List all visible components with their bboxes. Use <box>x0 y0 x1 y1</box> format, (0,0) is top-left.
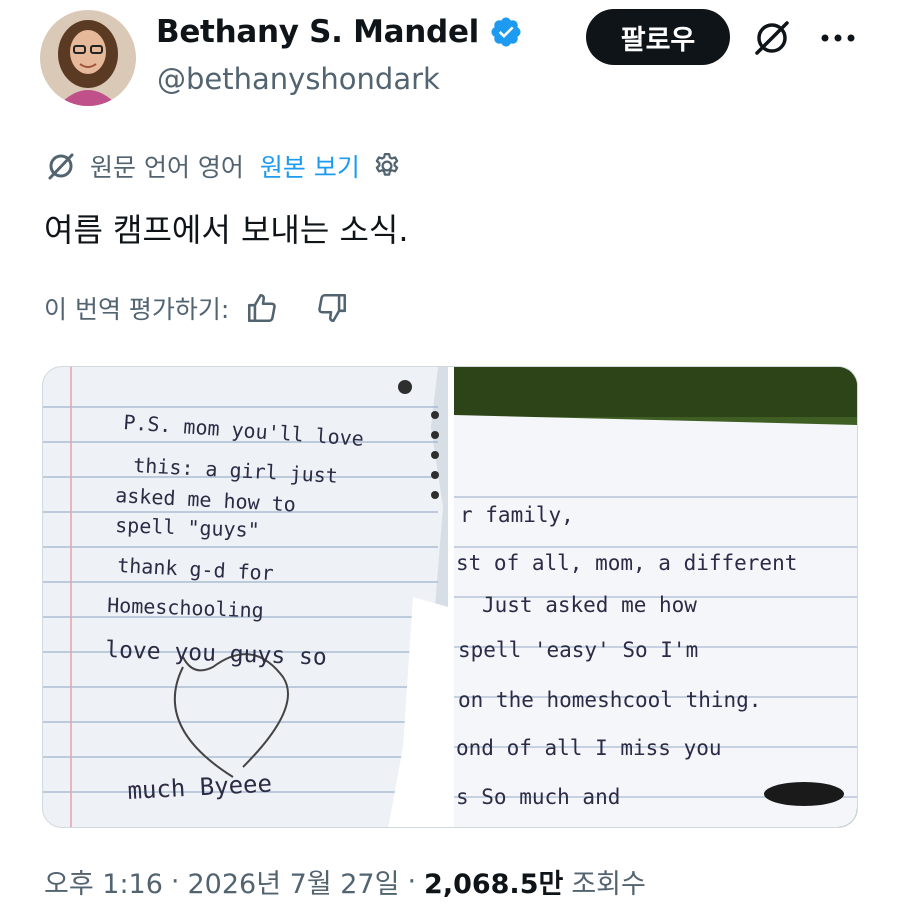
handle[interactable]: @bethanyshondark <box>157 62 440 96</box>
more-icon <box>821 34 855 42</box>
tweet-time[interactable]: 오후 1:16 <box>44 862 163 901</box>
meta-separator: · <box>170 866 180 897</box>
meta-separator: · <box>407 866 417 897</box>
note-right-line: ond of all I miss you <box>456 736 722 760</box>
note-right-line: r family, <box>460 503 574 527</box>
note-right-line: Just asked me how <box>482 593 697 617</box>
display-name[interactable]: Bethany S. Mandel <box>156 14 523 50</box>
avatar-image <box>40 10 136 106</box>
tweet-text: 여름 캠프에서 보내는 소식. <box>44 211 409 249</box>
views-label: 조회수 <box>571 869 646 900</box>
thumbs-down-icon[interactable] <box>315 291 349 325</box>
tweet-meta: 오후 1:16 · 2026년 7월 27일 · 2,068.5만 조회수 <box>44 862 646 901</box>
thumbs-up-icon[interactable] <box>245 291 279 325</box>
note-right-line: on the homeshcool thing. <box>458 688 761 712</box>
rate-translation: 이 번역 평가하기: <box>44 288 349 328</box>
translation-notice-text: 원문 언어 영어 <box>90 153 244 182</box>
tweet-date[interactable]: 2026년 7월 27일 <box>188 862 400 901</box>
note-right-line: spell 'easy' So I'm <box>458 638 698 662</box>
grok-icon[interactable] <box>750 16 794 60</box>
verified-badge-icon[interactable] <box>489 15 523 49</box>
rate-translation-label: 이 번역 평가하기: <box>44 295 230 324</box>
photo-right[interactable]: r family, st of all, mom, a different Ju… <box>454 367 857 827</box>
gear-icon[interactable] <box>372 151 402 181</box>
note-right-line: st of all, mom, a different <box>456 551 797 575</box>
handwritten-note-left: P.S. mom you'll love this: a girl just a… <box>43 367 448 827</box>
avatar[interactable] <box>40 10 136 106</box>
follow-button[interactable]: 팔로우 <box>586 9 730 65</box>
handwritten-note-right: r family, st of all, mom, a different Ju… <box>454 367 857 827</box>
note-right-line: s So much and <box>456 785 620 809</box>
views-count: 2,068.5만 <box>424 869 564 900</box>
show-original-link[interactable]: 원본 보기 <box>260 148 360 184</box>
photo-left[interactable]: P.S. mom you'll love this: a girl just a… <box>43 367 448 827</box>
translate-icon <box>48 153 74 180</box>
note-left-line: spell "guys" <box>115 513 260 542</box>
more-options-button[interactable] <box>816 16 860 60</box>
display-name-text: Bethany S. Mandel <box>156 14 480 50</box>
media-gallery[interactable]: P.S. mom you'll love this: a girl just a… <box>42 366 858 828</box>
translation-notice: 원문 언어 영어 원본 보기 <box>44 146 402 186</box>
